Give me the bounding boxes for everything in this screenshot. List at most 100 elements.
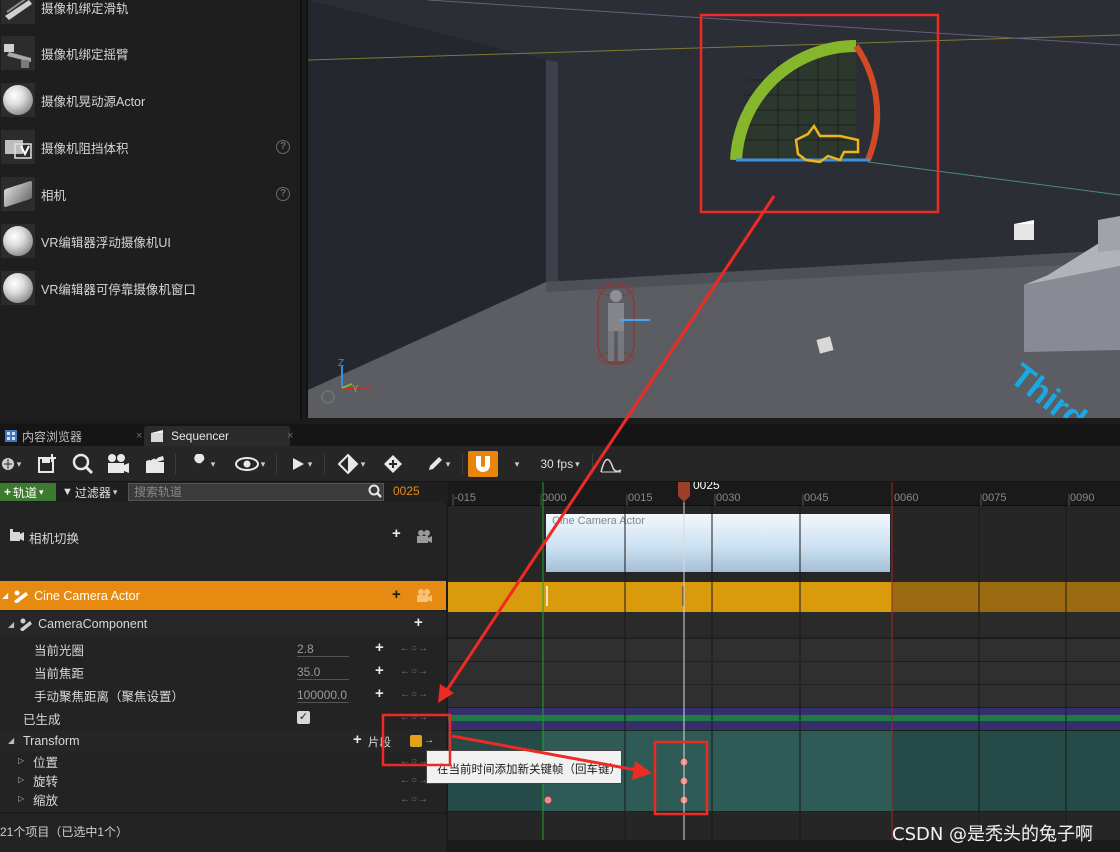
current-frame-readout[interactable]: 0025 bbox=[393, 484, 420, 498]
place-actors-panel: 摄像机绑定滑轨 摄像机绑定摇臂 摄像机晃动源Actor 摄像机阻挡体积 ? 相机… bbox=[0, 0, 302, 420]
expand-arrow-icon[interactable]: ▷ bbox=[18, 775, 24, 784]
content-browser-icon bbox=[5, 430, 17, 442]
camera-icon bbox=[1, 177, 35, 211]
watermark: CSDN @是秃头的兔子啊 bbox=[892, 824, 1094, 845]
add-button[interactable]: + bbox=[375, 662, 384, 679]
sequencer-timeline[interactable]: -015 0000 0015 0030 0045 0060 0075 0090 … bbox=[448, 482, 1120, 840]
toolbar-separator bbox=[324, 454, 325, 474]
search-icon[interactable] bbox=[368, 484, 382, 498]
help-icon[interactable]: ? bbox=[276, 187, 290, 201]
key-nav-icon[interactable]: ←○→ bbox=[400, 689, 429, 700]
component-icon bbox=[20, 618, 33, 631]
track-camera-cuts[interactable]: 相机切换 + bbox=[0, 502, 446, 578]
tab-content-browser[interactable]: 内容浏览器 × bbox=[2, 426, 142, 446]
track-label: 已生成 bbox=[23, 712, 61, 727]
place-item-label: 相机 bbox=[41, 188, 67, 203]
wrench-icon[interactable]: ▾ bbox=[184, 451, 220, 477]
add-button[interactable]: + bbox=[375, 639, 384, 656]
track-current-focal-length[interactable]: 当前焦距 35.0 + ←○→ bbox=[0, 661, 446, 683]
play-icon[interactable]: ▾ bbox=[284, 451, 318, 477]
collapse-arrow-icon[interactable]: ◢ bbox=[2, 591, 8, 600]
track-filter-row: + 轨道 ▾ ▼ 过滤器 ▾ 搜索轨道 0025 bbox=[0, 482, 448, 502]
track-cine-camera-actor[interactable]: ◢ Cine Camera Actor + bbox=[0, 581, 446, 610]
fps-label: 30 fps bbox=[540, 457, 574, 471]
toolbar-separator bbox=[175, 454, 176, 474]
key-nav-icon[interactable]: ←○→ bbox=[400, 666, 429, 677]
place-item-camera-crane[interactable]: 摄像机绑定摇臂 bbox=[0, 33, 300, 73]
camera-icon[interactable] bbox=[416, 589, 432, 603]
track-label: 手动聚焦距离（聚焦设置） bbox=[34, 689, 185, 704]
place-item-label: 摄像机绑定摇臂 bbox=[41, 47, 129, 62]
help-icon[interactable]: ? bbox=[276, 140, 290, 154]
close-icon[interactable]: × bbox=[136, 430, 142, 442]
track-search-input[interactable]: 搜索轨道 bbox=[128, 483, 384, 501]
track-transform[interactable]: ◢ Transform + 片段 → bbox=[0, 730, 446, 752]
add-button[interactable]: + bbox=[375, 685, 384, 702]
place-item-label: 摄像机绑定滑轨 bbox=[41, 1, 129, 16]
sphere-icon bbox=[1, 271, 35, 305]
place-item-camera-blocking-volume[interactable]: 摄像机阻挡体积 ? bbox=[0, 127, 300, 167]
camera-crane-icon bbox=[1, 36, 35, 70]
pencil-icon[interactable]: ▾ bbox=[420, 451, 456, 477]
key-interp-icon[interactable]: ▾ bbox=[332, 451, 370, 477]
track-rotation[interactable]: ▷ 旋转 ←○→ bbox=[0, 771, 446, 790]
world-icon[interactable]: ▾ bbox=[0, 451, 22, 477]
close-icon[interactable]: × bbox=[287, 430, 293, 442]
search-icon[interactable] bbox=[70, 451, 96, 477]
place-item-vr-floating-camera-ui[interactable]: VR编辑器浮动摄像机UI bbox=[0, 221, 300, 261]
track-label: 位置 bbox=[33, 756, 59, 770]
axis-x-label: X bbox=[364, 384, 371, 395]
camera-icon[interactable] bbox=[416, 530, 432, 544]
collapse-arrow-icon[interactable]: ◢ bbox=[8, 736, 14, 745]
add-track-button[interactable]: + 轨道 ▾ bbox=[0, 483, 56, 501]
track-current-aperture[interactable]: 当前光圈 2.8 + ←○→ bbox=[0, 638, 446, 660]
spawned-checkbox[interactable]: ✓ bbox=[297, 711, 310, 724]
clapper-icon[interactable] bbox=[142, 451, 168, 477]
expand-arrow-icon[interactable]: ▷ bbox=[18, 794, 24, 803]
track-label: 当前光圈 bbox=[34, 643, 85, 658]
snap-toggle-button[interactable] bbox=[468, 451, 498, 477]
key-nav-icon[interactable]: ←○→ bbox=[400, 775, 429, 786]
track-label: Cine Camera Actor bbox=[34, 588, 140, 603]
add-button[interactable]: + bbox=[392, 586, 401, 603]
key-nav-icon[interactable]: ←○→ bbox=[400, 643, 429, 654]
add-button[interactable]: + bbox=[414, 614, 423, 631]
curve-editor-icon[interactable] bbox=[598, 451, 624, 477]
fps-dropdown[interactable]: 30 fps ▾ bbox=[532, 451, 588, 477]
aperture-value-field[interactable]: 2.8 bbox=[297, 642, 349, 657]
track-scale[interactable]: ▷ 缩放 ←○→ bbox=[0, 790, 446, 809]
add-button[interactable]: + bbox=[392, 525, 401, 542]
eye-icon[interactable]: ▾ bbox=[230, 451, 270, 477]
focus-value-field[interactable]: 100000.0 bbox=[297, 688, 349, 703]
tab-label: 内容浏览器 bbox=[22, 429, 83, 444]
filter-dropdown[interactable]: ▼ 过滤器 ▾ bbox=[62, 483, 117, 501]
key-nav-icon[interactable]: ←○→ bbox=[400, 756, 429, 767]
place-item-camera-rail[interactable]: 摄像机绑定滑轨 bbox=[0, 0, 300, 27]
render-movie-icon[interactable] bbox=[104, 451, 132, 477]
place-item-camera-shake-source[interactable]: 摄像机晃动源Actor bbox=[0, 80, 300, 120]
track-location[interactable]: ▷ 位置 ←○→ bbox=[0, 752, 446, 771]
add-section-button[interactable]: + bbox=[353, 731, 362, 748]
key-nav-icon[interactable]: ←○→ bbox=[400, 794, 429, 805]
level-viewport[interactable]: Third Z Y X bbox=[308, 0, 1120, 418]
track-spawned[interactable]: 已生成 ✓ ←○→ bbox=[0, 707, 446, 729]
focal-value-field[interactable]: 35.0 bbox=[297, 665, 349, 680]
track-camera-component[interactable]: ◢ CameraComponent + bbox=[0, 612, 446, 636]
key-nav-icon[interactable]: → bbox=[424, 735, 435, 746]
save-icon[interactable] bbox=[34, 451, 60, 477]
axis-y-label: Y bbox=[352, 384, 359, 395]
place-item-vr-dockable-camera-window[interactable]: VR编辑器可停靠摄像机窗口 bbox=[0, 268, 300, 308]
key-nav-icon[interactable]: ←○→ bbox=[400, 712, 429, 723]
filter-label: 过滤器 bbox=[74, 485, 111, 500]
cine-camera-icon bbox=[14, 590, 29, 603]
place-item-camera[interactable]: 相机 ? bbox=[0, 174, 300, 214]
toolbar-separator bbox=[592, 454, 593, 474]
sequencer-icon bbox=[151, 430, 163, 442]
track-manual-focus-distance[interactable]: 手动聚焦距离（聚焦设置） 100000.0 + ←○→ bbox=[0, 684, 446, 706]
add-key-button[interactable] bbox=[410, 735, 422, 747]
add-key-icon[interactable] bbox=[380, 451, 406, 477]
expand-arrow-icon[interactable]: ▷ bbox=[18, 756, 24, 765]
tab-sequencer[interactable]: Sequencer × bbox=[144, 426, 293, 446]
collapse-arrow-icon[interactable]: ◢ bbox=[8, 620, 14, 629]
snap-options-dropdown[interactable]: ▾ bbox=[508, 451, 524, 477]
